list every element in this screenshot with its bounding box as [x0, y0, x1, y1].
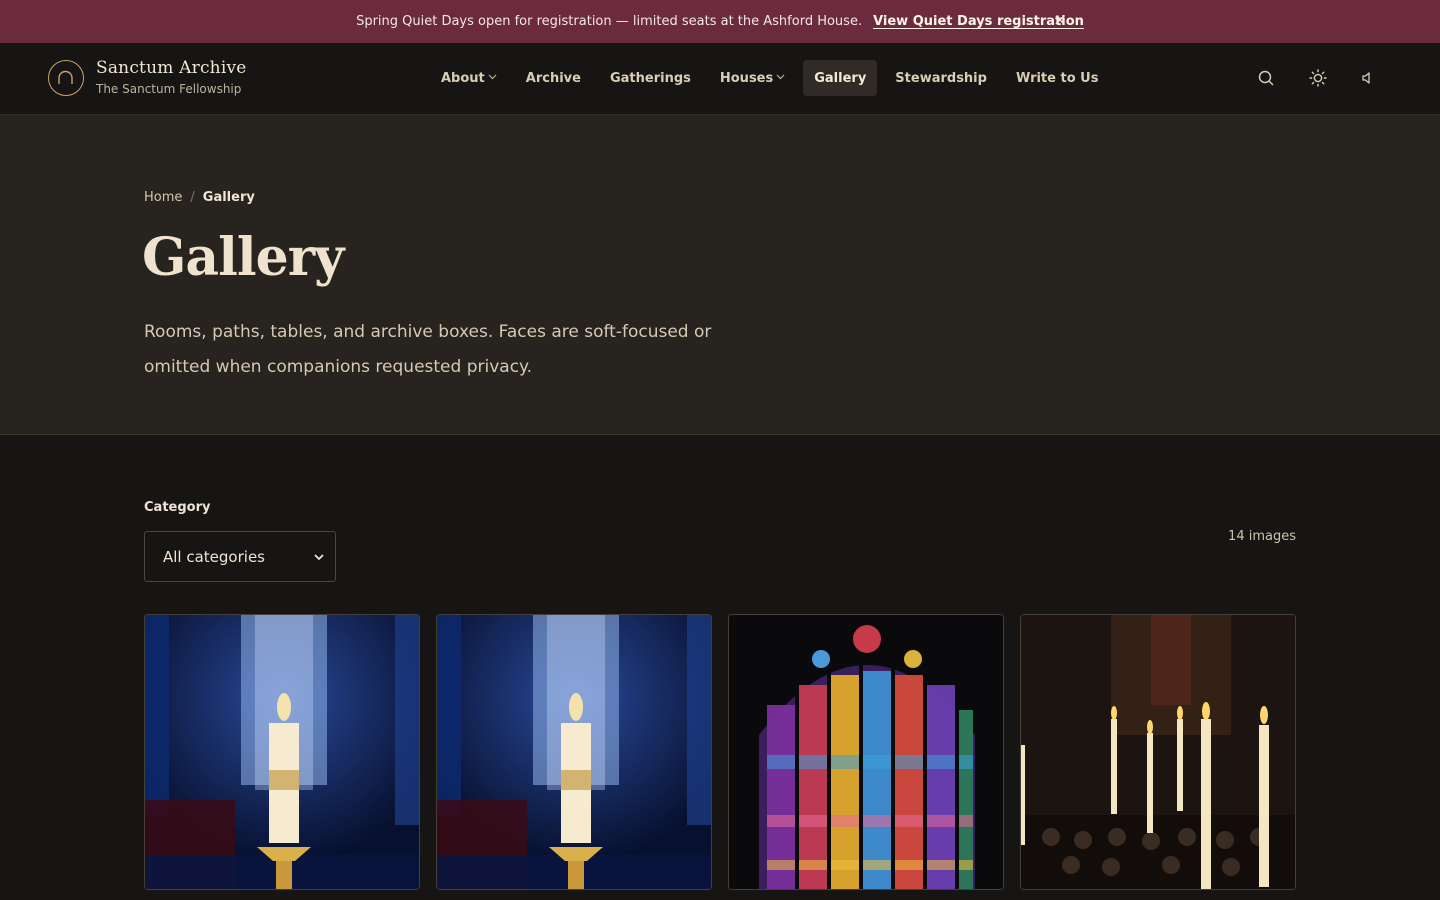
category-select[interactable]: All categories [144, 531, 336, 582]
nav-item-label: Write to Us [1015, 70, 1099, 86]
announcement-bar: Spring Quiet Days open for registration … [0, 0, 1440, 43]
search-icon[interactable] [1253, 65, 1279, 91]
image-count: 14 images [1228, 529, 1296, 544]
brand-subtitle: The Sanctum Fellowship [96, 82, 242, 96]
nav-item-about[interactable]: About [430, 60, 508, 96]
candles-photo [1021, 615, 1295, 889]
chevron-down-icon [313, 548, 325, 570]
category-selected-value: All categories [163, 547, 265, 566]
nav-item-gatherings[interactable]: Gatherings [599, 60, 702, 96]
page-intro: Rooms, paths, tables, and archive boxes.… [144, 322, 712, 377]
nav-item-archive[interactable]: Archive [515, 60, 592, 96]
sun-icon[interactable] [1305, 65, 1331, 91]
candle-photo [145, 615, 419, 889]
site-header: Sanctum Archive The Sanctum Fellowship A… [0, 43, 1440, 115]
breadcrumb-home-link[interactable]: Home [144, 190, 182, 205]
breadcrumb: Home / Gallery [144, 190, 255, 205]
announcement-message: Spring Quiet Days open for registration … [356, 14, 863, 29]
page-hero: Home / Gallery Gallery Rooms, paths, tab… [0, 115, 1440, 435]
close-announcement-button[interactable]: × [1052, 10, 1068, 30]
chevron-down-icon [776, 73, 785, 83]
nav-item-label: Archive [525, 70, 581, 86]
nav-item-stewardship[interactable]: Stewardship [884, 60, 998, 96]
nav-item-label: Stewardship [895, 70, 987, 86]
gallery-tile[interactable] [1020, 614, 1296, 890]
page-title: Gallery [142, 227, 344, 288]
nav-item-write-to-us[interactable]: Write to Us [1005, 60, 1110, 96]
chevron-down-icon [488, 73, 497, 83]
main-nav: About Archive Gatherings Houses Gallery … [430, 59, 1116, 97]
speaker-icon[interactable] [1353, 65, 1379, 91]
brand-name[interactable]: Sanctum Archive [96, 58, 247, 78]
nav-item-label: Houses [719, 70, 774, 86]
category-label: Category [144, 500, 211, 515]
nav-item-label: Gatherings [609, 70, 691, 86]
candle-photo [437, 615, 711, 889]
gallery-tile[interactable] [728, 614, 1004, 890]
nav-item-label: About [441, 70, 485, 86]
nav-item-label: Gallery [814, 70, 867, 86]
gallery-tile[interactable] [144, 614, 420, 890]
breadcrumb-separator: / [190, 190, 195, 205]
stained-glass-photo [729, 615, 1003, 889]
gallery-tile[interactable] [436, 614, 712, 890]
nav-item-houses[interactable]: Houses [709, 60, 796, 96]
breadcrumb-current: Gallery [202, 190, 255, 205]
nav-item-gallery[interactable]: Gallery [803, 60, 878, 96]
logo-icon[interactable] [48, 60, 84, 96]
